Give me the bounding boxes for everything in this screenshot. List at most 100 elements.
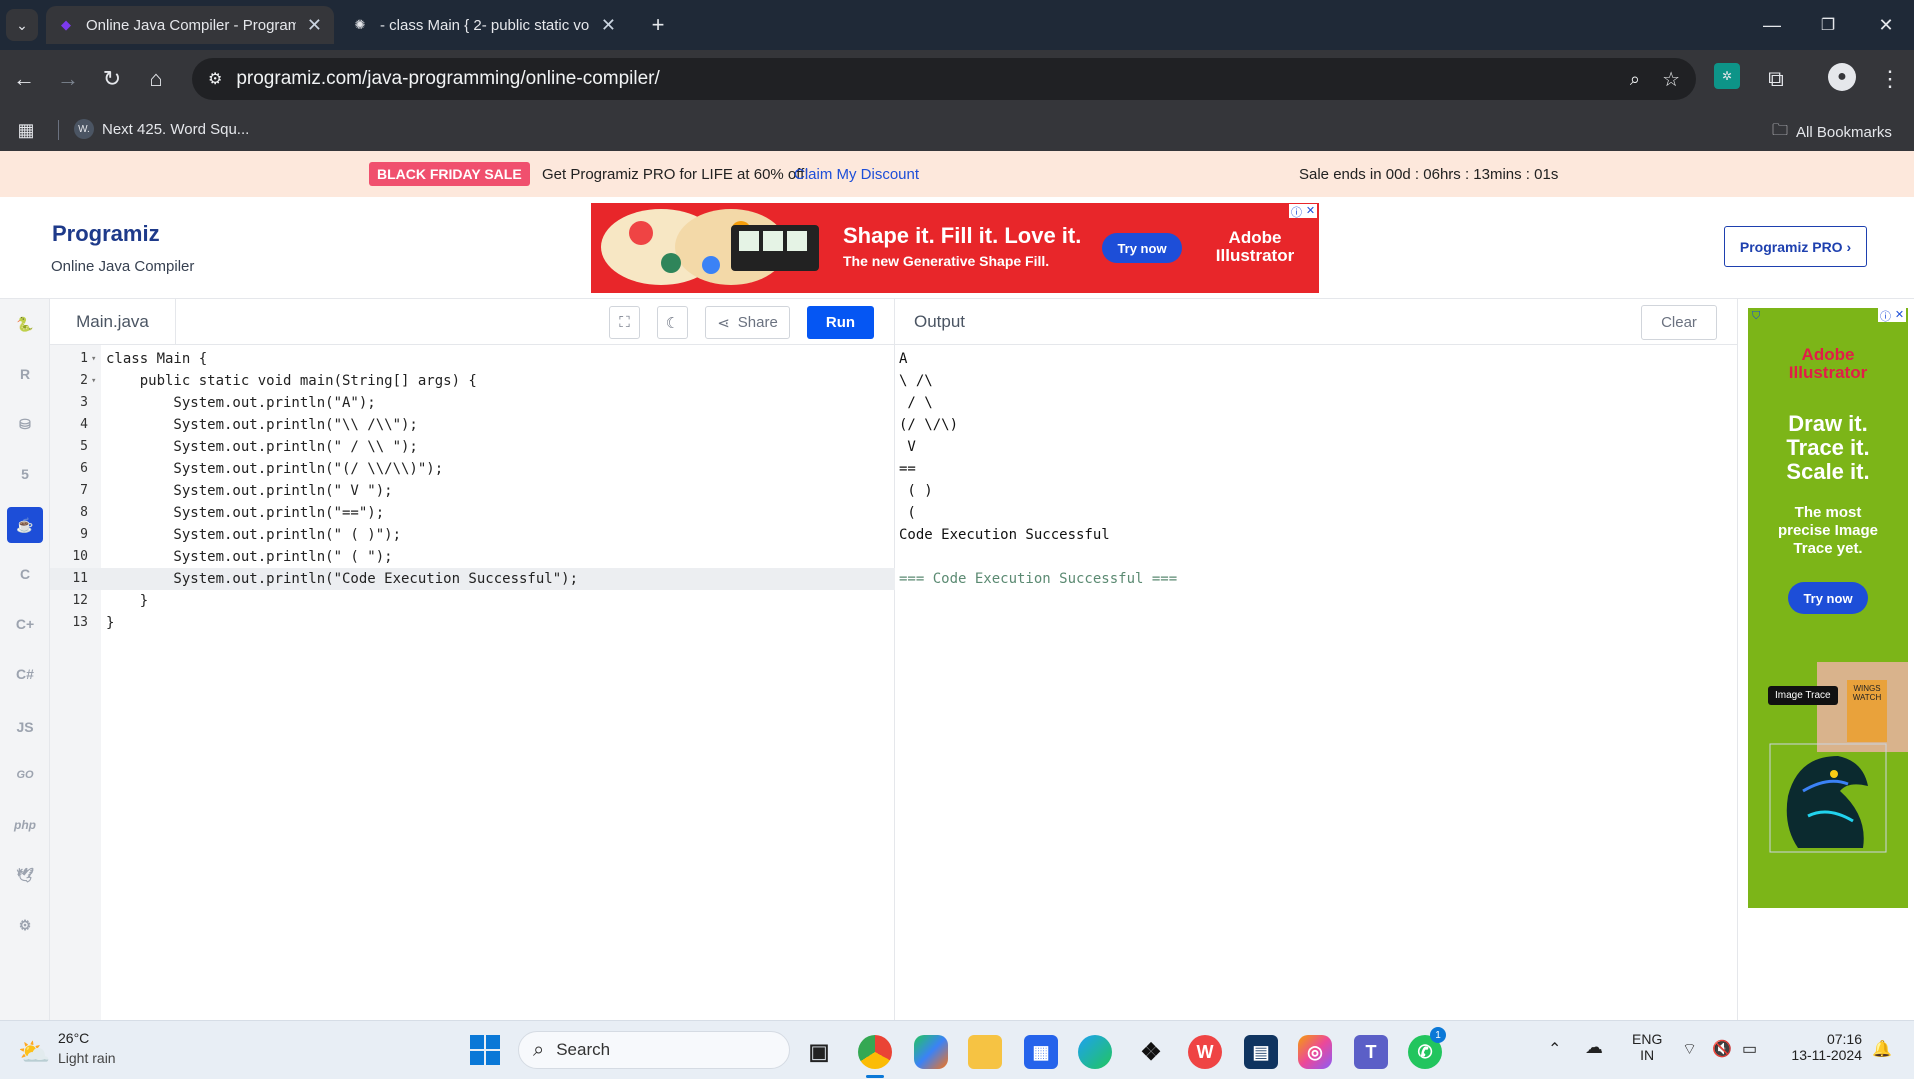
code-text[interactable]: } [106, 590, 148, 612]
back-icon[interactable]: ← [8, 63, 40, 95]
code-text[interactable]: class Main { [106, 348, 207, 370]
code-text[interactable]: System.out.println(" ( )"); [106, 524, 401, 546]
code-line[interactable]: 5 System.out.println(" / \\ "); [50, 436, 895, 458]
fold-arrow-icon[interactable]: ▾ [91, 348, 96, 370]
code-text[interactable]: System.out.println(" ( "); [106, 546, 392, 568]
swift-icon[interactable]: 🕊 [7, 857, 43, 893]
share-button[interactable]: ⋖ Share [705, 306, 790, 339]
close-tab-icon[interactable]: ✕ [601, 15, 616, 36]
tab-programiz[interactable]: ◆ Online Java Compiler - Programiz ✕ [46, 6, 334, 44]
battery-icon[interactable]: ▭ [1742, 1039, 1757, 1059]
claim-discount-link[interactable]: Claim My Discount [794, 166, 919, 183]
file-explorer-icon[interactable] [968, 1035, 1002, 1069]
ad-choices-close-icon[interactable]: ⓘ ✕ [1289, 204, 1317, 219]
file-tab-main-java[interactable]: Main.java [50, 299, 176, 345]
code-line[interactable]: 13} [50, 612, 895, 634]
code-text[interactable]: System.out.println(" V "); [106, 480, 392, 502]
weather-cloud-icon[interactable]: ⛅ [18, 1037, 50, 1068]
csharp-icon[interactable]: C# [7, 656, 43, 692]
javascript-icon[interactable]: JS [7, 709, 43, 745]
code-line[interactable]: 2 ▾ public static void main(String[] args… [50, 370, 895, 392]
dark-mode-moon-icon[interactable]: ☾ [657, 306, 688, 339]
tab-class-main[interactable]: ✺ - class Main { 2- public static vo ✕ [340, 6, 628, 44]
html-icon[interactable]: 5 [7, 456, 43, 492]
ad-try-now-button[interactable]: Try now [1102, 233, 1182, 263]
volume-muted-icon[interactable]: 🔇 [1712, 1039, 1732, 1059]
java-icon[interactable]: ☕ [7, 507, 43, 543]
edge-icon[interactable] [1078, 1035, 1112, 1069]
ad-banner[interactable]: Shape it. Fill it. Love it. The new Gene… [591, 203, 1319, 293]
ad-choices-close-icon[interactable]: ⓘ ✕ [1878, 308, 1906, 323]
code-line[interactable]: 4 System.out.println("\\ /\\"); [50, 414, 895, 436]
wps-office-icon[interactable]: W [1188, 1035, 1222, 1069]
run-button[interactable]: Run [807, 306, 874, 339]
fullscreen-icon[interactable]: ⛶ [609, 306, 640, 339]
rust-icon[interactable]: ⚙ [7, 907, 43, 943]
code-text[interactable]: System.out.println(" / \\ "); [106, 436, 417, 458]
code-text[interactable]: System.out.println("(/ \\/\\)"); [106, 458, 443, 480]
teams-icon[interactable]: T [1354, 1035, 1388, 1069]
reload-icon[interactable]: ↻ [96, 63, 128, 95]
site-info-icon[interactable]: ⚙ [208, 69, 222, 89]
code-line[interactable]: 12 } [50, 590, 895, 612]
all-bookmarks[interactable]: 🗀 All Bookmarks [1772, 119, 1892, 146]
code-area[interactable]: 1 ▾ class Main {2 ▾ public static void main… [50, 348, 895, 1020]
code-line[interactable]: 9 System.out.println(" ( )"); [50, 524, 895, 546]
sql-database-icon[interactable]: ⛁ [7, 406, 43, 442]
close-window-icon[interactable]: ✕ [1870, 9, 1902, 41]
side-ad[interactable]: ⛉ ⓘ ✕ Adobe Illustrator Draw it. Trace it… [1748, 308, 1908, 908]
code-line[interactable]: 7 System.out.println(" V "); [50, 480, 895, 502]
cpp-icon[interactable]: C+ [7, 606, 43, 642]
code-text[interactable]: System.out.println("A"); [106, 392, 375, 414]
code-line[interactable]: 11 System.out.println("Code Execution Su… [50, 568, 895, 590]
python-icon[interactable]: 🐍 [7, 306, 43, 342]
close-tab-icon[interactable]: ✕ [307, 15, 322, 36]
menu-kebab-icon[interactable]: ⋮ [1874, 63, 1906, 95]
programiz-pro-button[interactable]: Programiz PRO › [1724, 226, 1867, 267]
c-icon[interactable]: C [7, 556, 43, 592]
code-text[interactable]: public static void main(String[] args) { [106, 370, 477, 392]
weather-temp[interactable]: 26°C [58, 1030, 89, 1046]
apps-grid-icon[interactable]: ▦ [10, 114, 42, 146]
go-icon[interactable]: GO [7, 757, 43, 793]
r-icon[interactable]: R [7, 356, 43, 392]
forward-icon[interactable]: → [52, 63, 84, 95]
code-line[interactable]: 3 System.out.println("A"); [50, 392, 895, 414]
code-text[interactable]: } [106, 612, 114, 634]
code-text[interactable]: System.out.println("Code Execution Succe… [106, 568, 578, 590]
chevron-up-icon[interactable]: ⌃ [1548, 1039, 1561, 1059]
fold-arrow-icon[interactable]: ▾ [91, 370, 96, 392]
code-line[interactable]: 10 System.out.println(" ( "); [50, 546, 895, 568]
code-line[interactable]: 6 System.out.println("(/ \\/\\)"); [50, 458, 895, 480]
code-line[interactable]: 8 System.out.println("=="); [50, 502, 895, 524]
programiz-logo[interactable]: Programiz [52, 221, 160, 247]
code-text[interactable]: System.out.println("\\ /\\"); [106, 414, 417, 436]
side-ad-try-now-button[interactable]: Try now [1788, 582, 1868, 614]
restore-icon[interactable]: ❐ [1812, 9, 1844, 41]
code-line[interactable]: 1 ▾ class Main { [50, 348, 895, 370]
bookmark-item[interactable]: W. Next 425. Word Squ... [74, 119, 249, 139]
extensions-puzzle-icon[interactable]: ⧉ [1760, 63, 1792, 95]
onedrive-cloud-icon[interactable]: ☁ [1585, 1037, 1603, 1058]
profile-avatar-icon[interactable]: ● [1828, 63, 1856, 91]
home-icon[interactable]: ⌂ [140, 63, 172, 95]
php-icon[interactable]: php [7, 807, 43, 843]
clock[interactable]: 07:16 13-11-2024 [1790, 1031, 1862, 1063]
copilot-icon[interactable] [914, 1035, 948, 1069]
pycharm-icon[interactable]: ▤ [1244, 1035, 1278, 1069]
notification-icon[interactable]: 🔔 [1872, 1039, 1892, 1059]
zoom-icon[interactable]: ⌕ [1630, 69, 1640, 90]
taskbar-search[interactable]: ⌕ Search [518, 1031, 790, 1069]
clear-button[interactable]: Clear [1641, 305, 1717, 340]
url-text[interactable]: programiz.com/java-programming/online-co… [236, 68, 659, 90]
minimize-icon[interactable]: — [1756, 9, 1788, 41]
wifi-icon[interactable]: ⌔ [1682, 1039, 1697, 1059]
windows-start-icon[interactable] [470, 1035, 500, 1065]
microsoft-store-icon[interactable]: ▦ [1024, 1035, 1058, 1069]
chrome-icon[interactable] [858, 1035, 892, 1069]
instagram-icon[interactable]: ◎ [1298, 1035, 1332, 1069]
tab-search-icon[interactable]: ⌄ [6, 9, 38, 41]
weather-desc[interactable]: Light rain [58, 1050, 116, 1066]
language-indicator[interactable]: ENG IN [1632, 1031, 1662, 1063]
dropbox-icon[interactable]: ❖ [1134, 1035, 1168, 1069]
